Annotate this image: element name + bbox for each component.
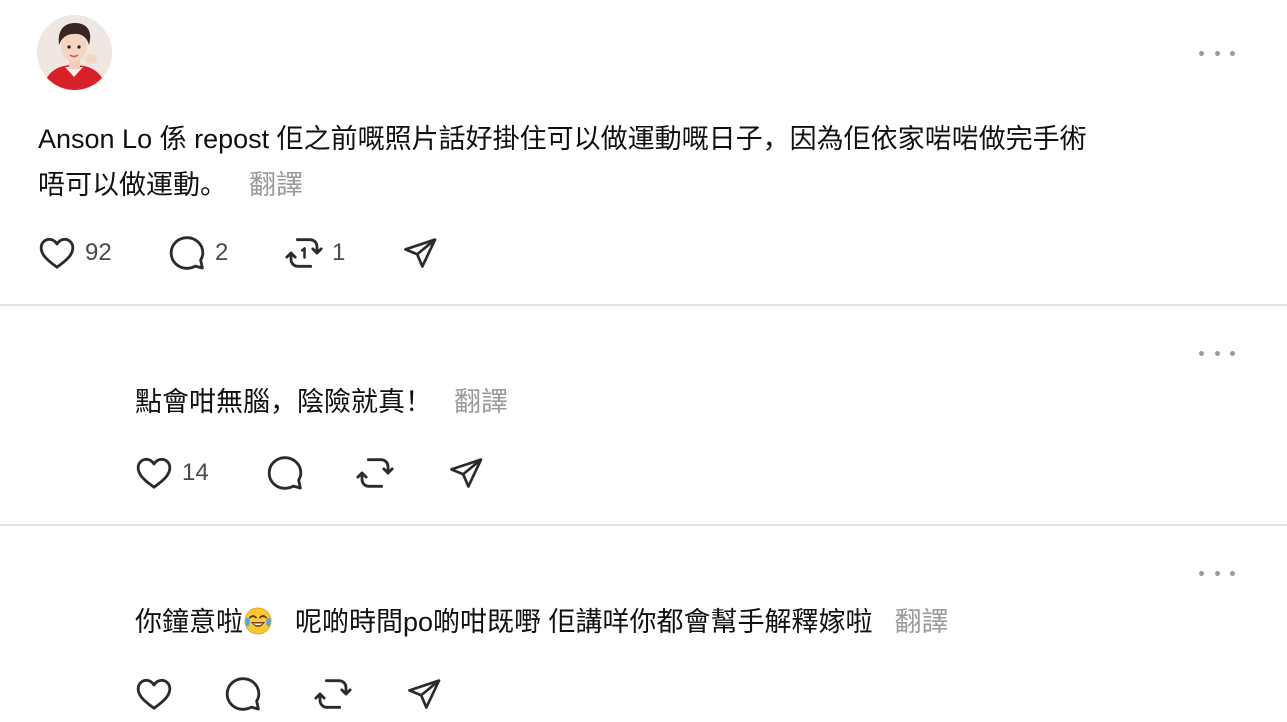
post-text: Anson Lo 係 repost 佢之前嘅照片話好掛住可以做運動嘅日子，因為佢… bbox=[38, 116, 1087, 208]
main-post: Anson Lo 係 repost 佢之前嘅照片話好掛住可以做運動嘅日子，因為佢… bbox=[0, 0, 1287, 304]
like-count: 14 bbox=[182, 459, 209, 486]
reply-count: 2 bbox=[215, 239, 229, 266]
comment-bubble-icon bbox=[225, 677, 261, 711]
reply-text: 點會咁無腦，陰險就真！ bbox=[135, 387, 432, 417]
repost-count: 1 bbox=[332, 239, 346, 266]
reply-text-part-1: 你鐘意啦 bbox=[135, 607, 243, 637]
reply-button[interactable] bbox=[223, 672, 313, 716]
more-horizontal-icon bbox=[1199, 570, 1204, 576]
reply-text-part-2: 呢啲時間po啲咁既嘢 佢講咩你都會幫手解釋嫁啦 bbox=[295, 607, 873, 637]
post-text: 你鐘意啦 呢啲時間po啲咁既嘢 佢講咩你都會幫手解釋嫁啦 翻譯 bbox=[135, 599, 949, 645]
send-icon bbox=[408, 679, 441, 709]
post-text: 點會咁無腦，陰險就真！ 翻譯 bbox=[135, 379, 508, 425]
repost-icon bbox=[314, 679, 352, 709]
heart-icon bbox=[136, 457, 172, 489]
comment-bubble-icon bbox=[169, 236, 205, 270]
send-icon bbox=[450, 458, 483, 488]
reply-button[interactable] bbox=[265, 451, 355, 495]
thread-view: Anson Lo 係 repost 佢之前嘅照片話好掛住可以做運動嘅日子，因為佢… bbox=[0, 0, 1287, 722]
translate-link[interactable]: 翻譯 bbox=[249, 170, 303, 200]
heart-icon bbox=[39, 237, 75, 269]
repost-button[interactable] bbox=[355, 451, 447, 495]
share-button[interactable] bbox=[401, 231, 439, 275]
heart-icon bbox=[136, 678, 172, 710]
repost-icon bbox=[356, 458, 394, 488]
repost-button[interactable]: 1 bbox=[284, 231, 401, 275]
post-actions: 14 bbox=[134, 451, 485, 495]
post-actions bbox=[134, 672, 443, 716]
more-horizontal-icon bbox=[1199, 350, 1204, 356]
reply-button[interactable]: 2 bbox=[167, 231, 284, 275]
translate-link[interactable]: 翻譯 bbox=[895, 607, 949, 637]
face-with-tears-of-joy-emoji bbox=[244, 607, 272, 635]
translate-link[interactable]: 翻譯 bbox=[454, 387, 508, 417]
post-text-line-1: Anson Lo 係 repost 佢之前嘅照片話好掛住可以做運動嘅日子，因為佢… bbox=[38, 124, 1087, 154]
like-button[interactable]: 92 bbox=[37, 231, 167, 275]
avatar[interactable] bbox=[37, 15, 112, 90]
like-count: 92 bbox=[85, 239, 112, 266]
repost-button[interactable] bbox=[313, 672, 405, 716]
like-button[interactable] bbox=[134, 672, 223, 716]
reply-post-2: 你鐘意啦 呢啲時間po啲咁既嘢 佢講咩你都會幫手解釋嫁啦 翻譯 bbox=[0, 526, 1287, 722]
more-horizontal-icon bbox=[1199, 50, 1204, 56]
reply-post-1: 點會咁無腦，陰險就真！ 翻譯 14 bbox=[0, 306, 1287, 524]
share-button[interactable] bbox=[447, 451, 485, 495]
send-icon bbox=[404, 238, 437, 268]
more-options-button[interactable] bbox=[1199, 566, 1235, 580]
more-options-button[interactable] bbox=[1199, 346, 1235, 360]
share-button[interactable] bbox=[405, 672, 443, 716]
repost-icon bbox=[285, 238, 323, 268]
comment-bubble-icon bbox=[267, 456, 303, 490]
post-actions: 92 2 1 bbox=[37, 231, 439, 275]
like-button[interactable]: 14 bbox=[134, 451, 265, 495]
post-text-line-2: 唔可以做運動。 bbox=[38, 170, 227, 200]
more-options-button[interactable] bbox=[1199, 46, 1235, 60]
